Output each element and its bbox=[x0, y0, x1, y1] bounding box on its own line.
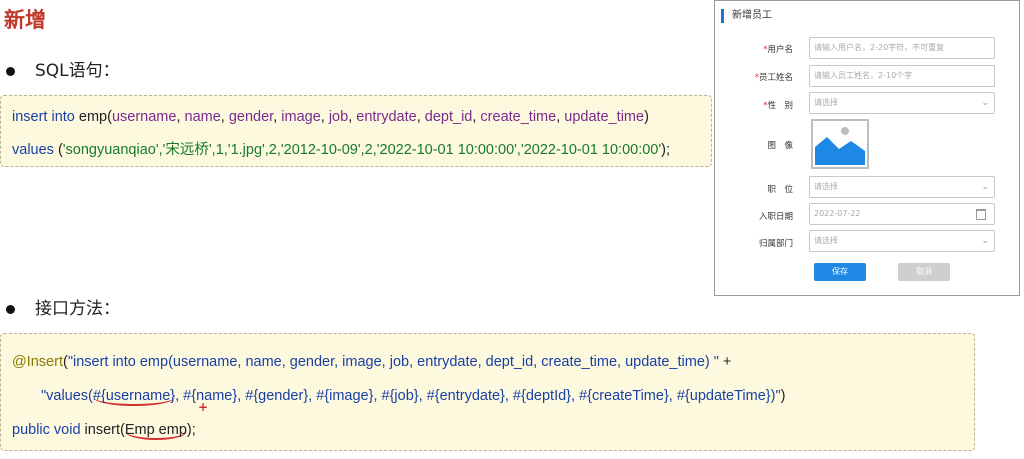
chevron-down-icon: ⌄ bbox=[981, 98, 989, 108]
username-param-highlight: #{username} bbox=[92, 388, 176, 406]
gender-label: *性 别 bbox=[763, 101, 793, 111]
cancel-button[interactable]: 取消 bbox=[898, 263, 950, 281]
department-label: 归属部门 bbox=[758, 239, 793, 249]
entry-date-label: 入职日期 bbox=[758, 212, 793, 222]
add-employee-form-panel: 新增员工 *用户名 请输入用户名，2-20字符，不可重复 *员工姓名 请输入员工… bbox=[714, 0, 1020, 296]
sql-line-1: insert into emp(username, name, gender, … bbox=[12, 109, 649, 125]
sql-code-block: insert into emp(username, name, gender, … bbox=[0, 95, 712, 167]
username-label: *用户名 bbox=[763, 45, 793, 55]
chevron-down-icon: ⌄ bbox=[981, 236, 989, 246]
department-select[interactable]: 请选择 ⌄ bbox=[809, 230, 995, 252]
sql-line-2: values ('songyuanqiao','宋远桥',1,'1.jpg',2… bbox=[12, 142, 670, 158]
api-section-heading: 接口方法： bbox=[6, 294, 120, 319]
sql-section-heading: SQL语句： bbox=[6, 56, 120, 81]
java-line-3: public void insert(Emp emp); bbox=[12, 422, 196, 440]
page-title: 新增 bbox=[4, 8, 46, 32]
java-line-1: @Insert("insert into emp(username, name,… bbox=[12, 354, 732, 370]
gender-select[interactable]: 请选择 ⌄ bbox=[809, 92, 995, 114]
employee-name-label: *员工姓名 bbox=[754, 73, 793, 83]
bullet-icon bbox=[6, 66, 15, 76]
save-button[interactable]: 保存 bbox=[814, 263, 866, 281]
java-code-block: @Insert("insert into emp(username, name,… bbox=[0, 333, 975, 451]
image-label: 图 像 bbox=[767, 141, 793, 151]
entry-date-picker[interactable]: 2022-07-22 bbox=[809, 203, 995, 225]
job-label: 职 位 bbox=[767, 185, 793, 195]
chevron-down-icon: ⌄ bbox=[981, 182, 989, 192]
calendar-icon bbox=[976, 209, 986, 220]
job-select[interactable]: 请选择 ⌄ bbox=[809, 176, 995, 198]
image-placeholder-icon bbox=[815, 127, 865, 165]
employee-name-input[interactable]: 请输入员工姓名，2-10个字 bbox=[809, 65, 995, 87]
username-input[interactable]: 请输入用户名，2-20字符，不可重复 bbox=[809, 37, 995, 59]
form-title: 新增员工 bbox=[721, 9, 772, 23]
bullet-icon bbox=[6, 304, 15, 314]
plus-annotation-mark: + bbox=[198, 400, 209, 414]
java-line-2: "values(#{username}, #{name}, #{gender},… bbox=[41, 388, 786, 406]
emp-param-highlight: Emp emp bbox=[124, 422, 187, 440]
image-upload[interactable] bbox=[811, 119, 869, 169]
